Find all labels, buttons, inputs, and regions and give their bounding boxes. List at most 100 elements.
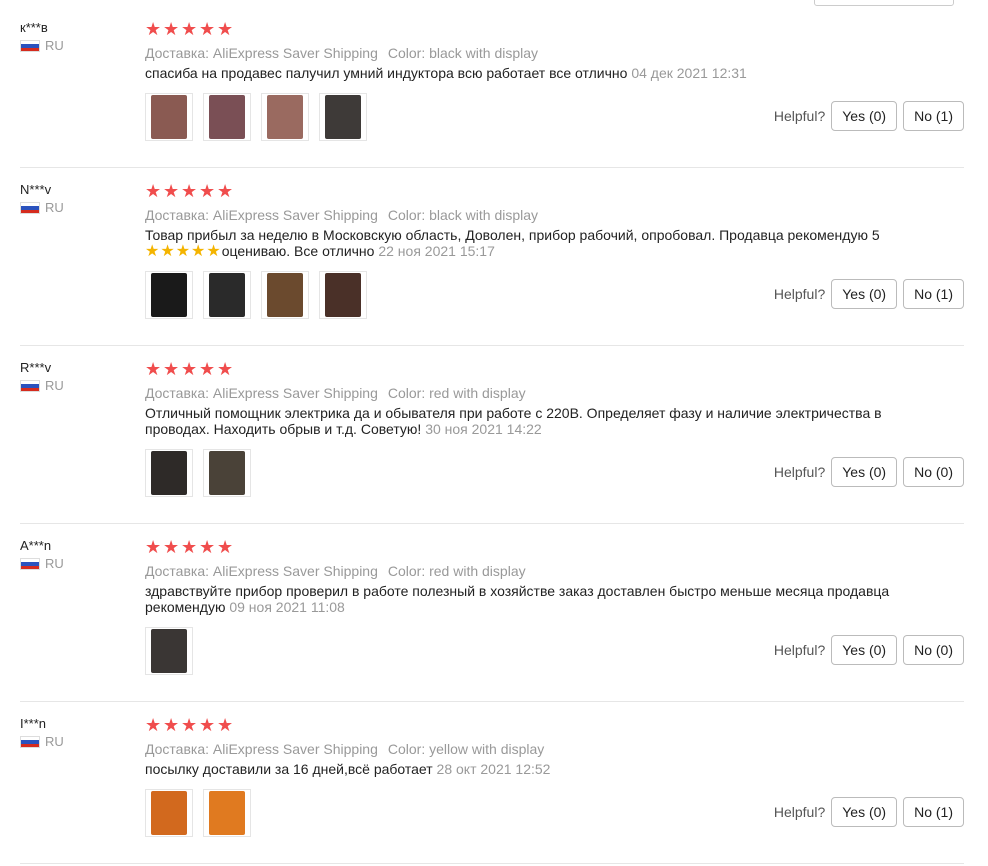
russia-flag-icon: [20, 558, 40, 570]
helpful-vote: Helpful? Yes (0) No (0): [774, 457, 964, 487]
star-icon: ★: [181, 537, 198, 557]
helpful-no-button[interactable]: No (1): [903, 279, 964, 309]
review-text: здравствуйте прибор проверил в работе по…: [145, 583, 935, 615]
russia-flag-icon: [20, 736, 40, 748]
review-photo-thumbnail[interactable]: [261, 271, 309, 319]
reviewer-country: RU: [20, 379, 130, 393]
rating-stars: ★ ★ ★ ★ ★: [145, 182, 964, 200]
helpful-no-button[interactable]: No (0): [903, 457, 964, 487]
star-icon: ★: [181, 181, 198, 201]
reviewer-country: RU: [20, 201, 130, 215]
review-photo-thumbnail[interactable]: [145, 449, 193, 497]
country-code: RU: [45, 556, 64, 571]
review-photo-thumbnail[interactable]: [319, 93, 367, 141]
product-color: Color: red with display: [387, 385, 526, 401]
reviewer-info: A***n RU: [20, 538, 130, 571]
review-text: Товар прибыл за неделю в Московскую обла…: [145, 227, 935, 260]
review-content: ★ ★ ★ ★ ★ Доставка: AliExpress Saver Shippin…: [145, 360, 964, 437]
review-text: посылку доставили за 16 дней,всё работае…: [145, 761, 935, 777]
review-photo-thumbnail[interactable]: [203, 93, 251, 141]
shipping-method: Доставка: AliExpress Saver Shipping: [145, 563, 378, 579]
review-photo-thumbnail[interactable]: [145, 627, 193, 675]
review-item: I***n RU ★ ★ ★ ★ ★ Доставка: AliExpress Save…: [20, 716, 964, 864]
helpful-no-button[interactable]: No (1): [903, 101, 964, 131]
reviewer-name: A***n: [20, 538, 52, 553]
helpful-yes-button[interactable]: Yes (0): [831, 279, 898, 309]
helpful-yes-button[interactable]: Yes (0): [831, 797, 898, 827]
review-body: посылку доставили за 16 дней,всё работае…: [145, 761, 433, 777]
review-meta: Доставка: AliExpress Saver Shipping Color…: [145, 206, 964, 224]
helpful-vote: Helpful? Yes (0) No (0): [774, 635, 964, 665]
russia-flag-icon: [20, 380, 40, 392]
helpful-label: Helpful?: [773, 464, 826, 480]
helpful-no-button[interactable]: No (0): [903, 635, 964, 665]
country-code: RU: [45, 200, 64, 215]
helpful-label: Helpful?: [773, 286, 826, 302]
reviewer-country: RU: [20, 735, 130, 749]
helpful-yes-button[interactable]: Yes (0): [831, 457, 898, 487]
country-code: RU: [45, 734, 64, 749]
review-body: спасиба на продавес палучил умний индукт…: [145, 65, 628, 81]
review-photo-thumbnail[interactable]: [203, 271, 251, 319]
rating-stars: ★ ★ ★ ★ ★: [145, 716, 964, 734]
russia-flag-icon: [20, 40, 40, 52]
review-photo-thumbnail[interactable]: [319, 271, 367, 319]
star-icon: ★: [163, 181, 180, 201]
star-icon: ★: [217, 181, 234, 201]
star-icon: ★: [163, 715, 180, 735]
star-icon: ★: [217, 715, 234, 735]
review-date: 28 окт 2021 12:52: [436, 761, 551, 777]
reviewer-country: RU: [20, 557, 130, 571]
review-item: A***n RU ★ ★ ★ ★ ★ Доставка: AliExpress Save…: [20, 538, 964, 702]
russia-flag-icon: [20, 202, 40, 214]
shipping-method: Доставка: AliExpress Saver Shipping: [145, 741, 378, 757]
star-icon: ★: [199, 715, 216, 735]
rating-stars: ★ ★ ★ ★ ★: [145, 20, 964, 38]
helpful-vote: Helpful? Yes (0) No (1): [774, 797, 964, 827]
review-content: ★ ★ ★ ★ ★ Доставка: AliExpress Saver Shippin…: [145, 538, 964, 615]
review-content: ★ ★ ★ ★ ★ Доставка: AliExpress Saver Shippin…: [145, 716, 964, 777]
sort-dropdown[interactable]: [814, 0, 954, 6]
review-photos: [145, 93, 367, 141]
review-photo-thumbnail[interactable]: [203, 449, 251, 497]
review-meta: Доставка: AliExpress Saver Shipping Color…: [145, 740, 964, 758]
reviewer-country: RU: [20, 39, 130, 53]
review-photo-thumbnail[interactable]: [145, 789, 193, 837]
country-code: RU: [45, 38, 64, 53]
reviewer-info: I***n RU: [20, 716, 130, 749]
star-icon: ★: [163, 19, 180, 39]
reviewer-name: I***n: [20, 716, 47, 731]
review-photo-thumbnail[interactable]: [261, 93, 309, 141]
review-photos: [145, 449, 251, 497]
review-photo-thumbnail[interactable]: [145, 271, 193, 319]
star-icon: ★: [163, 537, 180, 557]
rating-stars: ★ ★ ★ ★ ★: [145, 360, 964, 378]
review-meta: Доставка: AliExpress Saver Shipping Color…: [145, 384, 964, 402]
helpful-label: Helpful?: [773, 804, 826, 820]
star-icon: ★: [217, 359, 234, 379]
product-color: Color: red with display: [387, 563, 526, 579]
review-body: Товар прибыл за неделю в Московскую обла…: [145, 227, 880, 243]
review-date: 09 ноя 2021 11:08: [229, 599, 345, 615]
star-icon: ★: [163, 359, 180, 379]
emoji-stars-icon: ★★★★★: [145, 243, 222, 260]
review-photo-thumbnail[interactable]: [203, 789, 251, 837]
star-icon: ★: [199, 19, 216, 39]
star-icon: ★: [199, 359, 216, 379]
reviewer-info: R***v RU: [20, 360, 130, 393]
reviewer-name: R***v: [20, 360, 52, 375]
star-icon: ★: [217, 537, 234, 557]
helpful-yes-button[interactable]: Yes (0): [831, 635, 898, 665]
reviewer-info: к***в RU: [20, 20, 130, 53]
star-icon: ★: [199, 181, 216, 201]
review-photos: [145, 271, 367, 319]
review-body-continued: оцениваю. Все отлично: [221, 243, 375, 259]
helpful-yes-button[interactable]: Yes (0): [831, 101, 898, 131]
review-date: 04 дек 2021 12:31: [631, 65, 747, 81]
star-icon: ★: [181, 19, 198, 39]
helpful-label: Helpful?: [773, 108, 826, 124]
review-item: R***v RU ★ ★ ★ ★ ★ Доставка: AliExpress Save…: [20, 360, 964, 524]
country-code: RU: [45, 378, 64, 393]
review-photo-thumbnail[interactable]: [145, 93, 193, 141]
helpful-no-button[interactable]: No (1): [903, 797, 964, 827]
